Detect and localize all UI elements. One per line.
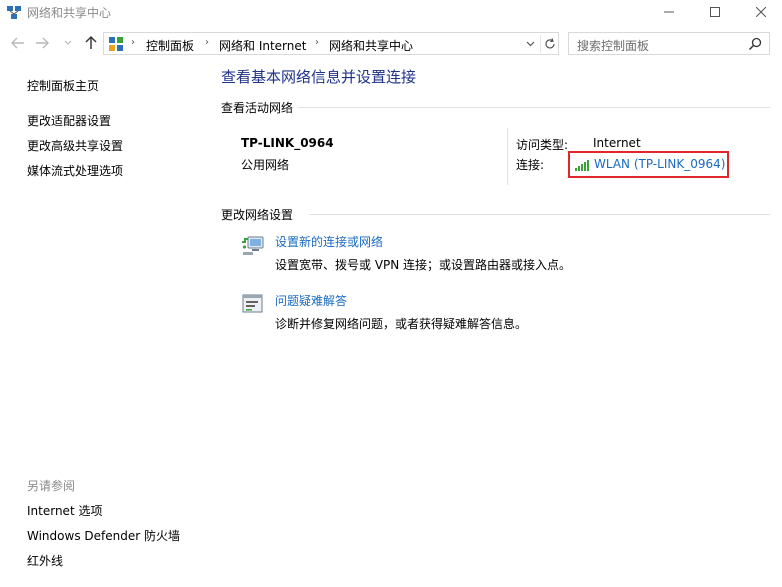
address-bar[interactable]: › 控制面板 › 网络和 Internet › 网络和共享中心 (103, 32, 559, 55)
network-center-app-icon (6, 4, 22, 20)
recent-locations-button[interactable] (62, 33, 74, 53)
chevron-down-icon (526, 41, 534, 47)
change-network-settings-heading: 更改网络设置 (221, 208, 294, 222)
wlan-connection-label[interactable]: WLAN (TP-LINK_0964) (594, 157, 725, 171)
search-icon[interactable] (747, 36, 763, 52)
troubleshoot-icon[interactable] (241, 292, 265, 316)
sidebar-item-advanced-sharing-settings[interactable]: 更改高级共享设置 (27, 137, 123, 154)
close-icon (756, 7, 766, 17)
breadcrumb-separator[interactable]: › (131, 37, 135, 48)
search-placeholder: 搜索控制面板 (577, 39, 650, 53)
back-arrow-icon (11, 37, 24, 49)
breadcrumb-network-sharing-center[interactable]: 网络和共享中心 (329, 37, 413, 54)
active-networks-heading: 查看活动网络 (221, 101, 294, 115)
refresh-icon (544, 38, 555, 49)
setup-new-connection-link[interactable]: 设置新的连接或网络 (275, 233, 383, 250)
setup-new-connection-description: 设置宽带、拨号或 VPN 连接；或设置路由器或接入点。 (275, 258, 572, 272)
sidebar-item-change-adapter-settings[interactable]: 更改适配器设置 (27, 112, 111, 129)
navigation-bar: › 控制面板 › 网络和 Internet › 网络和共享中心 搜索控制面板 (0, 29, 782, 57)
minimize-icon (664, 11, 674, 13)
access-type-label: 访问类型: (516, 138, 569, 152)
breadcrumb-separator[interactable]: › (205, 37, 209, 48)
minimize-button[interactable] (646, 0, 692, 24)
address-history-dropdown[interactable] (522, 36, 538, 52)
breadcrumb-network-internet[interactable]: 网络和 Internet (219, 37, 306, 54)
troubleshoot-problems-link[interactable]: 问题疑难解答 (275, 292, 347, 309)
page-title: 查看基本网络信息并设置连接 (221, 68, 417, 86)
section-divider (298, 107, 770, 108)
see-also-heading: 另请参阅 (27, 479, 76, 493)
troubleshoot-problems-description: 诊断并修复网络问题，或者获得疑难解答信息。 (275, 317, 528, 331)
sidebar-item-media-streaming-options[interactable]: 媒体流式处理选项 (27, 162, 123, 179)
wlan-connection-link[interactable]: WLAN (TP-LINK_0964) (568, 151, 729, 178)
search-input[interactable]: 搜索控制面板 (568, 32, 770, 55)
control-panel-icon (108, 36, 124, 52)
window-title: 网络和共享中心 (27, 6, 112, 20)
chevron-down-icon (64, 40, 72, 45)
breadcrumb-control-panel[interactable]: 控制面板 (146, 37, 194, 54)
up-button[interactable] (82, 33, 100, 53)
see-also-internet-options[interactable]: Internet 选项 (27, 502, 102, 519)
vertical-divider (507, 128, 508, 185)
refresh-button[interactable] (540, 35, 558, 53)
maximize-icon (710, 7, 720, 17)
up-arrow-icon (85, 36, 97, 49)
access-type-value: Internet (593, 136, 641, 150)
back-button[interactable] (9, 33, 27, 53)
breadcrumb-separator[interactable]: › (315, 37, 319, 48)
see-also-infrared[interactable]: 红外线 (27, 552, 63, 569)
maximize-button[interactable] (692, 0, 738, 24)
title-bar: 网络和共享中心 (0, 0, 782, 24)
network-type: 公用网络 (241, 158, 290, 172)
network-name: TP-LINK_0964 (241, 136, 334, 150)
see-also-windows-defender-firewall[interactable]: Windows Defender 防火墙 (27, 527, 180, 544)
connections-label: 连接: (516, 158, 545, 172)
close-button[interactable] (738, 0, 782, 24)
forward-arrow-icon (36, 37, 49, 49)
section-divider (309, 214, 770, 215)
wifi-signal-icon (575, 159, 592, 171)
forward-button[interactable] (33, 33, 51, 53)
network-setup-icon[interactable] (241, 233, 265, 257)
sidebar-item-control-panel-home[interactable]: 控制面板主页 (27, 77, 99, 94)
